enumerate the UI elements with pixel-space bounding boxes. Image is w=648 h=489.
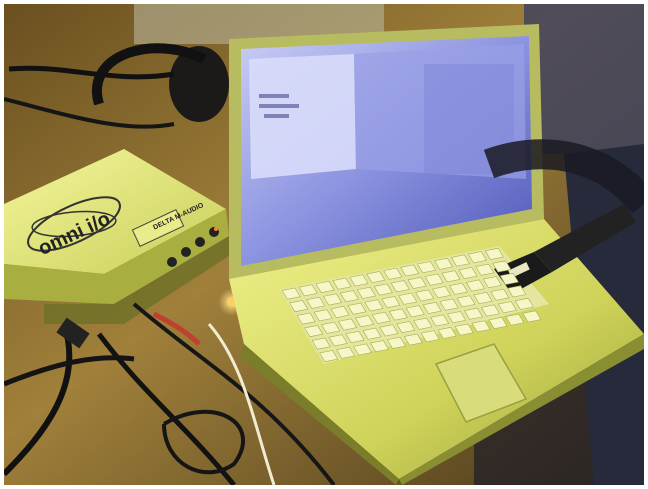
photo: omni i/o DELTA M-AUDIO [4, 4, 644, 485]
dark-object-right [524, 4, 644, 154]
